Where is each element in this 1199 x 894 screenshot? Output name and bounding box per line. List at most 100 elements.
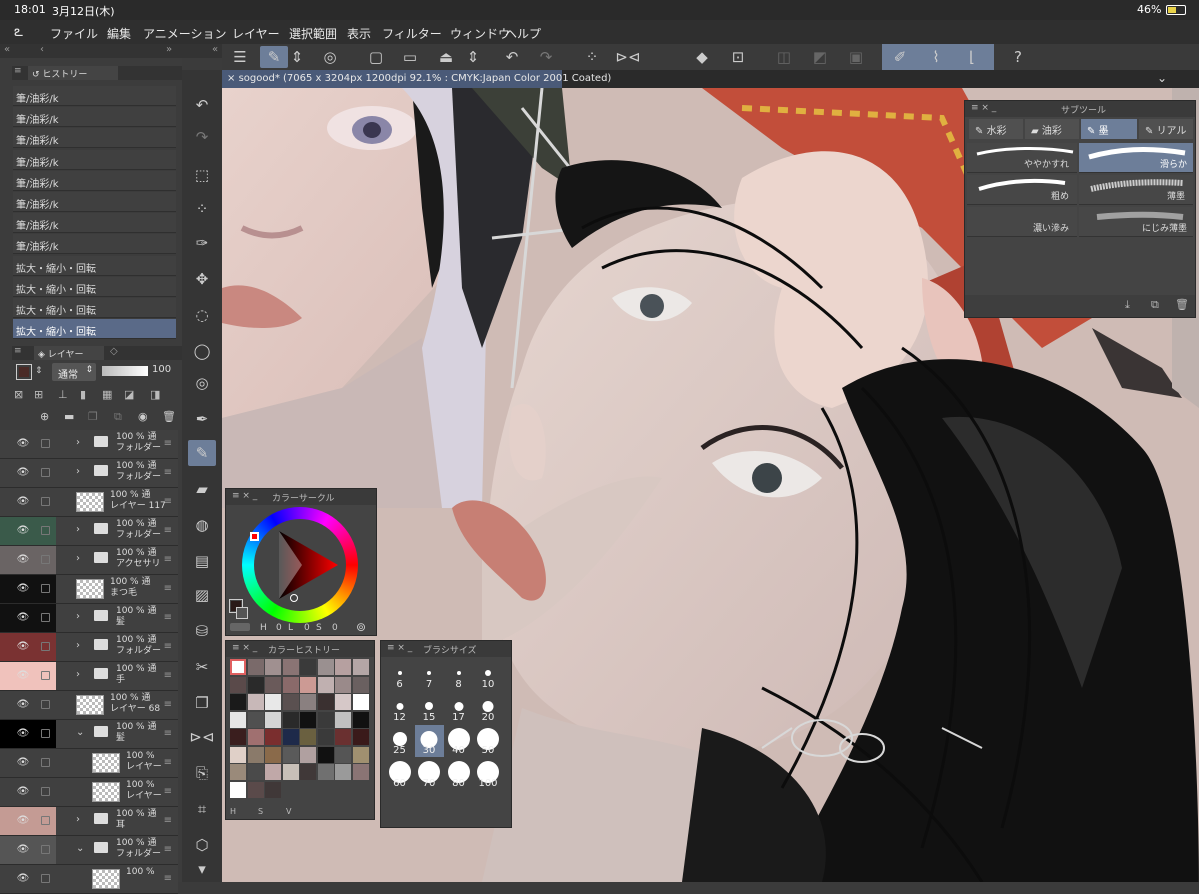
brush-bleed-light-ink[interactable]: にじみ薄墨 (1079, 207, 1193, 237)
copy-layer-icon[interactable]: ❐ (88, 410, 98, 423)
help-icon[interactable]: ? (1004, 46, 1032, 68)
layer-menu-icon[interactable]: ≡ (164, 873, 172, 884)
history-item[interactable]: 拡大・縮小・回転 (13, 319, 176, 340)
gradient-icon[interactable]: ▨ (188, 582, 216, 608)
layer-row[interactable]: 👁 ⌄ 100 % 通フォルダー ≡ (0, 836, 178, 865)
color-history-swatch[interactable] (230, 694, 246, 710)
invert-selection-icon[interactable]: ◩ (806, 46, 834, 68)
layer-row[interactable]: 👁 › 100 % 通手 ≡ (0, 662, 178, 691)
drag-handle-icon[interactable]: ≡ × _ (232, 643, 257, 653)
merge-icon[interactable]: ⧉ (114, 410, 122, 424)
layer-row[interactable]: 👁 100 % 通レイヤー 68 ≡ (0, 691, 178, 720)
undo-icon[interactable]: ↶ (188, 92, 216, 118)
chevron-down-icon[interactable]: ▾ (188, 862, 216, 877)
brush-size-option[interactable]: 17 (444, 692, 473, 724)
layer-row[interactable]: 👁 › 100 % 通フォルダー ≡ (0, 633, 178, 662)
layer-menu-icon[interactable]: ≡ (164, 670, 172, 681)
chevron-right-icon[interactable]: › (76, 466, 80, 477)
history-item[interactable]: 筆/油彩/k (13, 86, 176, 106)
menu-help[interactable]: ヘルプ (505, 25, 541, 42)
visibility-eye-icon[interactable]: 👁 (12, 546, 34, 574)
layer-row[interactable]: 👁 › 100 % 通フォルダー ≡ (0, 459, 178, 488)
layer-lock-checkbox[interactable] (41, 584, 50, 593)
mask-enable-icon[interactable]: ◨ (150, 388, 160, 401)
opacity-slider[interactable] (102, 366, 148, 376)
undo-icon[interactable]: ↶ (498, 46, 526, 68)
brush-dark-bleed[interactable]: 濃い滲み (967, 207, 1077, 237)
tab-oil[interactable]: ▰ 油彩 (1025, 119, 1079, 139)
color-history-swatch[interactable] (230, 781, 246, 798)
hue-ring[interactable] (242, 507, 358, 623)
color-history-swatch[interactable] (265, 676, 281, 693)
visibility-eye-icon[interactable]: 👁 (12, 633, 34, 661)
history-item[interactable]: 筆/油彩/k (13, 170, 176, 191)
transform-icon[interactable]: ⊡ (724, 46, 752, 68)
drag-handle-icon[interactable]: ≡ (14, 346, 22, 356)
collapse-right-icon[interactable]: » (166, 44, 172, 55)
layer-lock-checkbox[interactable] (41, 468, 50, 477)
color-history-swatch[interactable] (300, 711, 316, 728)
fill-bucket-icon[interactable]: ⛁ (188, 618, 216, 644)
visibility-eye-icon[interactable]: 👁 (12, 459, 34, 487)
stepper-icon[interactable]: ⇕ (466, 46, 480, 68)
color-history-swatch[interactable] (300, 729, 316, 745)
color-history-swatch[interactable] (317, 764, 334, 780)
brush-size-option[interactable]: 20 (474, 692, 503, 724)
transparent-toggle[interactable] (230, 623, 250, 631)
collapse-right-icon[interactable]: « (212, 44, 218, 55)
chevron-right-icon[interactable]: › (76, 611, 80, 622)
menu-selection[interactable]: 選択範囲 (289, 25, 337, 42)
flip-icon[interactable]: ⊳⊲ (188, 724, 216, 750)
copy-icon[interactable]: ❐ (188, 690, 216, 716)
layer-lock-checkbox[interactable] (41, 816, 50, 825)
brush-size-option[interactable]: 100 (474, 758, 503, 790)
layer-lock-checkbox[interactable] (41, 642, 50, 651)
duplicate-icon[interactable]: ⧉ (1151, 298, 1159, 312)
color-history-swatch[interactable] (230, 676, 246, 693)
color-history-swatch[interactable] (265, 659, 281, 675)
tab-history[interactable]: ↺ ヒストリー (28, 66, 118, 80)
deselect-icon[interactable]: ◫ (770, 46, 798, 68)
layer-color-swatch[interactable] (16, 364, 32, 380)
color-history-swatch[interactable] (265, 711, 281, 728)
history-item[interactable]: 拡大・縮小・回転 (13, 276, 176, 297)
new-folder-icon[interactable]: ▬ (64, 410, 74, 423)
color-history-swatch[interactable] (265, 694, 281, 710)
visibility-eye-icon[interactable]: 👁 (12, 720, 34, 748)
layer-menu-icon[interactable]: ≡ (164, 699, 172, 710)
color-history-swatch[interactable] (352, 729, 369, 745)
visibility-eye-icon[interactable]: 👁 (12, 778, 34, 806)
color-history-swatch[interactable] (247, 781, 264, 798)
visibility-eye-icon[interactable]: 👁 (12, 691, 34, 719)
blend-mode-select[interactable]: 通常 ⇕ (52, 363, 96, 381)
transform-icon[interactable]: ⌗ (188, 796, 216, 822)
delete-layer-icon[interactable]: 🗑 (162, 410, 176, 423)
brush-size-option[interactable]: 80 (444, 758, 473, 790)
color-mode-icon[interactable]: ⊚ (356, 620, 366, 634)
brush-light-ink[interactable]: 薄墨 (1079, 175, 1193, 205)
layer-row[interactable]: 👁 › 100 % 通フォルダー ≡ (0, 430, 178, 459)
layer-menu-icon[interactable]: ≡ (164, 815, 172, 826)
brush-icon[interactable]: ✎ (188, 440, 216, 466)
color-history-swatch[interactable] (317, 694, 334, 710)
visibility-eye-icon[interactable]: 👁 (12, 836, 34, 864)
move-icon[interactable]: ✥ (188, 266, 216, 292)
color-history-swatch[interactable] (265, 764, 281, 780)
color-history-swatch[interactable] (317, 659, 334, 675)
layer-row[interactable]: 👁 100 % ≡ (0, 865, 178, 894)
chevron-right-icon[interactable]: › (76, 437, 80, 448)
color-history-swatch[interactable] (282, 764, 299, 780)
crop-icon[interactable]: ▣ (842, 46, 870, 68)
download-icon[interactable]: ⤓ (1125, 298, 1130, 312)
visibility-eye-icon[interactable]: 👁 (12, 604, 34, 632)
layer-lock-checkbox[interactable] (41, 787, 50, 796)
layer-lock-checkbox[interactable] (41, 700, 50, 709)
tab-real[interactable]: ✎ リアル (1139, 119, 1193, 139)
stepper-icon[interactable]: ⇕ (290, 46, 304, 68)
open-folder-icon[interactable]: ▭ (396, 46, 424, 68)
color-history-swatch[interactable] (335, 764, 351, 780)
auto-select-icon[interactable]: ⁘ (188, 196, 216, 222)
menu-view[interactable]: 表示 (347, 25, 371, 42)
layer-menu-icon[interactable]: ≡ (164, 583, 172, 594)
clip-icon[interactable]: ⊞ (34, 388, 43, 401)
